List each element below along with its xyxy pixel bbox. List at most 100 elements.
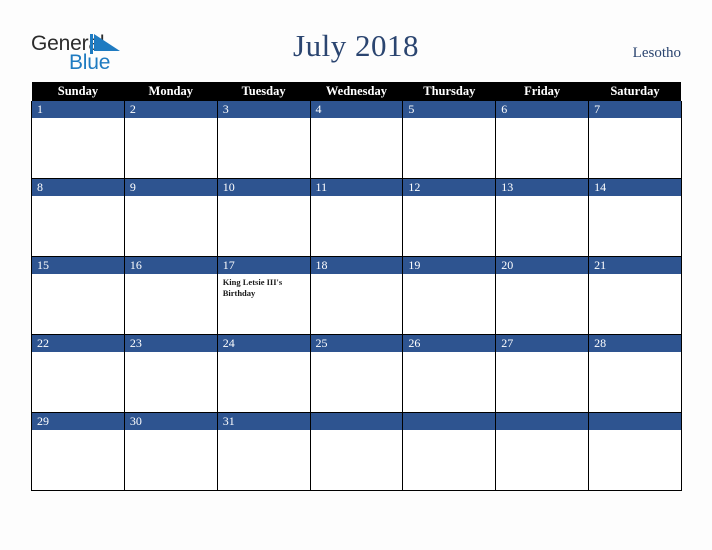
day-cell-inner: 22 [32, 335, 124, 412]
day-event-text [496, 196, 588, 199]
day-number: 27 [496, 335, 589, 352]
day-cell-inner: 8 [32, 179, 124, 256]
calendar-day-cell[interactable]: 1 [31, 101, 125, 179]
day-number [589, 413, 681, 430]
calendar-day-cell[interactable]: 3 [216, 101, 311, 179]
calendar-day-cell[interactable]: 23 [123, 334, 218, 413]
day-event-text [589, 118, 681, 121]
calendar-day-cell[interactable]: 6 [495, 101, 590, 179]
weekday-header-wednesday: Wednesday [310, 82, 403, 101]
day-number: 14 [589, 179, 681, 196]
day-cell-inner: 2 [124, 101, 217, 178]
day-cell-inner: 30 [124, 413, 217, 490]
day-cell-inner: 28 [589, 335, 681, 412]
calendar-day-cell[interactable]: 7 [588, 101, 682, 179]
day-number: 25 [310, 335, 403, 352]
day-event-text [218, 352, 310, 355]
day-cell-inner: 24 [217, 335, 310, 412]
calendar-day-cell[interactable] [495, 412, 590, 491]
day-event-text [496, 118, 588, 121]
day-cell-inner [589, 413, 681, 490]
calendar-day-cell[interactable] [402, 412, 497, 491]
calendar-week-row: 1234567 [31, 101, 682, 179]
day-number: 26 [403, 335, 496, 352]
calendar-day-cell[interactable]: 15 [31, 256, 125, 335]
day-cell-inner: 23 [124, 335, 217, 412]
day-number: 21 [589, 257, 681, 274]
day-number [496, 413, 589, 430]
day-event-text [403, 430, 495, 433]
calendar-day-cell[interactable]: 20 [495, 256, 590, 335]
day-cell-inner: 21 [589, 257, 681, 334]
page-header: General Blue July 2018 Lesotho [0, 0, 712, 82]
day-event-text [403, 196, 495, 199]
calendar-day-cell[interactable]: 18 [309, 256, 404, 335]
day-event-text: King Letsie III's Birthday [222, 277, 283, 298]
weekday-header-thursday: Thursday [402, 82, 496, 101]
day-event-text [311, 274, 403, 277]
day-event-text [32, 196, 124, 199]
day-number: 24 [217, 335, 310, 352]
day-cell-inner: 14 [589, 179, 681, 256]
day-number: 2 [124, 101, 217, 118]
calendar-day-cell[interactable]: 28 [588, 334, 682, 413]
day-number: 5 [403, 101, 496, 118]
calendar-day-cell[interactable]: 21 [588, 256, 682, 335]
day-event-text [403, 352, 495, 355]
calendar-day-cell[interactable]: 2 [123, 101, 218, 179]
day-cell-inner: 20 [496, 257, 589, 334]
calendar-week-row: 15 16 17 King Letsie III's Birthday 18 19 20 21 [31, 256, 682, 335]
day-number: 6 [496, 101, 589, 118]
day-event-text [403, 274, 495, 277]
calendar-day-cell[interactable]: 19 [402, 256, 497, 335]
calendar-day-cell[interactable]: 4 [309, 101, 404, 179]
day-cell-inner: 25 [310, 335, 403, 412]
day-cell-inner: 6 [496, 101, 589, 178]
day-event-text [218, 430, 310, 433]
day-cell-inner [496, 413, 589, 490]
calendar-day-cell[interactable]: 24 [216, 334, 311, 413]
day-number: 4 [310, 101, 403, 118]
day-event-text [589, 274, 681, 277]
day-cell-inner: 12 [403, 179, 496, 256]
day-cell-inner: 4 [310, 101, 403, 178]
day-number [310, 413, 403, 430]
calendar-day-cell[interactable]: 17 King Letsie III's Birthday [216, 256, 311, 335]
calendar-day-cell[interactable]: 27 [495, 334, 590, 413]
day-event-text [311, 118, 403, 121]
day-event-text [32, 430, 124, 433]
day-cell-inner: 9 [124, 179, 217, 256]
calendar-day-cell[interactable]: 11 [309, 178, 404, 257]
calendar-day-cell[interactable]: 10 [216, 178, 311, 257]
calendar-day-cell[interactable]: 26 [402, 334, 497, 413]
day-cell-inner: 31 [217, 413, 310, 490]
calendar-day-cell[interactable]: 8 [31, 178, 125, 257]
day-event-text [125, 430, 217, 433]
day-event-text [311, 352, 403, 355]
day-number: 7 [589, 101, 681, 118]
calendar-day-cell[interactable]: 12 [402, 178, 497, 257]
calendar-day-cell[interactable]: 31 [216, 412, 311, 491]
day-event-text [32, 274, 124, 277]
weekday-header-sunday: Sunday [31, 82, 125, 101]
calendar-day-cell[interactable]: 13 [495, 178, 590, 257]
calendar-day-cell[interactable]: 5 [402, 101, 497, 179]
day-event-text [218, 118, 310, 121]
day-cell-inner: 16 [124, 257, 217, 334]
day-event-text [589, 352, 681, 355]
calendar-day-cell[interactable] [309, 412, 404, 491]
weekday-header-saturday: Saturday [588, 82, 682, 101]
calendar-day-cell[interactable]: 30 [123, 412, 218, 491]
calendar-day-cell[interactable]: 16 [123, 256, 218, 335]
day-cell-inner: 11 [310, 179, 403, 256]
calendar-day-cell[interactable]: 22 [31, 334, 125, 413]
calendar-day-cell[interactable]: 14 [588, 178, 682, 257]
day-cell-inner: 5 [403, 101, 496, 178]
calendar-day-cell[interactable]: 25 [309, 334, 404, 413]
calendar-day-cell[interactable] [588, 412, 682, 491]
calendar-day-cell[interactable]: 29 [31, 412, 125, 491]
country-label: Lesotho [632, 45, 681, 61]
day-number: 11 [310, 179, 403, 196]
calendar-day-cell[interactable]: 9 [123, 178, 218, 257]
day-cell-inner: 29 [32, 413, 124, 490]
